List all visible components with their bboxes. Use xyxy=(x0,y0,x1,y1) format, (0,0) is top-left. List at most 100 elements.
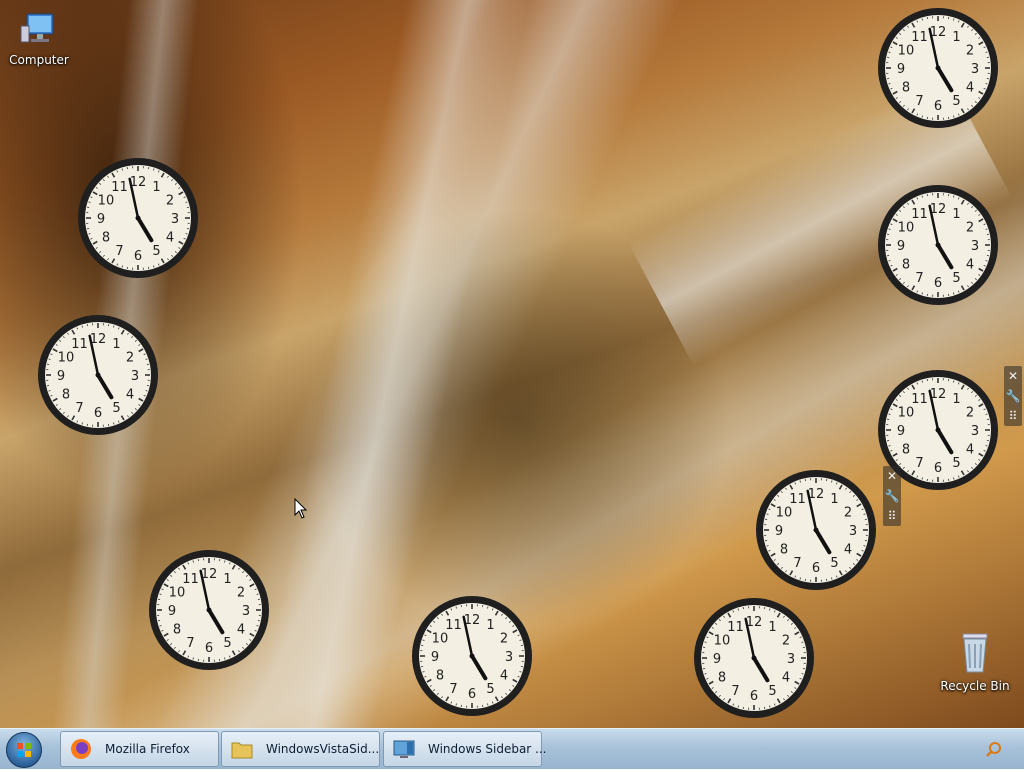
clock-numeral: 1 xyxy=(768,620,776,635)
clock-numeral: 3 xyxy=(242,604,250,619)
taskbar-button-sidebar[interactable]: Windows Sidebar ... xyxy=(383,731,542,767)
clock-numeral: 11 xyxy=(727,620,744,635)
options-icon[interactable]: 🔧 xyxy=(883,486,901,506)
clock-numeral: 3 xyxy=(787,652,795,667)
drag-handle-icon[interactable]: ⠿ xyxy=(1004,406,1022,426)
clock-numeral: 3 xyxy=(971,239,979,254)
start-button[interactable] xyxy=(6,732,42,768)
clock-numeral: 4 xyxy=(966,258,974,273)
clock-numeral: 10 xyxy=(432,632,449,647)
clock-numeral: 6 xyxy=(934,276,942,291)
desktop-icon-label: Recycle Bin xyxy=(940,679,1010,693)
clock-numeral: 7 xyxy=(115,244,123,259)
clock-numeral: 3 xyxy=(171,212,179,227)
clock-numeral: 2 xyxy=(782,634,790,649)
clock-center-pin xyxy=(96,373,101,378)
taskbar-button-folder[interactable]: WindowsVistaSid... xyxy=(221,731,380,767)
recycle-bin-icon xyxy=(955,630,995,674)
computer-icon xyxy=(19,8,59,48)
clock-numeral: 6 xyxy=(934,99,942,114)
clock-numeral: 4 xyxy=(966,443,974,458)
clock-numeral: 10 xyxy=(98,194,115,209)
clock-gadget[interactable]: 121234567891011 xyxy=(36,313,160,437)
clock-gadget[interactable]: 121234567891011 xyxy=(76,156,200,280)
clock-numeral: 5 xyxy=(830,556,838,571)
clock-numeral: 9 xyxy=(57,369,65,384)
clock-numeral: 2 xyxy=(237,586,245,601)
clock-numeral: 3 xyxy=(849,524,857,539)
clock-numeral: 2 xyxy=(966,44,974,59)
clock-center-pin xyxy=(136,216,141,221)
clock-numeral: 8 xyxy=(902,81,910,96)
clock-numeral: 10 xyxy=(169,586,186,601)
search-icon[interactable] xyxy=(986,741,1002,757)
clock-numeral: 9 xyxy=(897,62,905,77)
clock-numeral: 5 xyxy=(152,244,160,259)
clock-numeral: 11 xyxy=(71,337,88,352)
clock-numeral: 8 xyxy=(718,671,726,686)
clock-numeral: 6 xyxy=(205,641,213,656)
clock-numeral: 11 xyxy=(445,618,462,633)
desktop-icon-recycle-bin[interactable]: Recycle Bin xyxy=(940,630,1010,693)
drag-handle-icon[interactable]: ⠿ xyxy=(883,506,901,526)
clock-numeral: 8 xyxy=(173,623,181,638)
clock-numeral: 2 xyxy=(500,632,508,647)
clock-numeral: 7 xyxy=(449,682,457,697)
clock-center-pin xyxy=(936,243,941,248)
clock-numeral: 5 xyxy=(952,456,960,471)
clock-face: 121234567891011 xyxy=(876,6,1000,130)
clock-face: 121234567891011 xyxy=(876,183,1000,307)
clock-numeral: 10 xyxy=(58,351,75,366)
clock-gadget[interactable]: 121234567891011 xyxy=(876,6,1000,130)
clock-face: 121234567891011 xyxy=(36,313,160,437)
clock-numeral: 3 xyxy=(131,369,139,384)
clock-numeral: 2 xyxy=(844,506,852,521)
clock-center-pin xyxy=(936,66,941,71)
clock-numeral: 4 xyxy=(166,231,174,246)
clock-center-pin xyxy=(936,428,941,433)
close-button[interactable]: ✕ xyxy=(883,466,901,486)
clock-numeral: 9 xyxy=(775,524,783,539)
clock-numeral: 10 xyxy=(714,634,731,649)
clock-numeral: 4 xyxy=(844,543,852,558)
clock-gadget[interactable]: 121234567891011 xyxy=(692,596,816,720)
clock-numeral: 8 xyxy=(902,443,910,458)
clock-numeral: 8 xyxy=(102,231,110,246)
firefox-icon xyxy=(69,738,93,760)
clock-numeral: 5 xyxy=(223,636,231,651)
clock-numeral: 1 xyxy=(112,337,120,352)
clock-center-pin xyxy=(752,656,757,661)
clock-numeral: 4 xyxy=(500,669,508,684)
desktop-icon-computer[interactable]: Computer xyxy=(4,8,74,67)
clock-numeral: 7 xyxy=(915,271,923,286)
clock-numeral: 11 xyxy=(911,392,928,407)
clock-numeral: 10 xyxy=(898,406,915,421)
clock-gadget[interactable]: 121234567891011 xyxy=(876,183,1000,307)
options-icon[interactable]: 🔧 xyxy=(1004,386,1022,406)
clock-numeral: 8 xyxy=(62,388,70,403)
gadget-controls: ✕ 🔧 ⠿ xyxy=(1004,366,1022,426)
clock-gadget[interactable]: 121234567891011 xyxy=(754,468,878,592)
clock-numeral: 9 xyxy=(897,424,905,439)
clock-numeral: 8 xyxy=(436,669,444,684)
clock-numeral: 11 xyxy=(182,572,199,587)
clock-numeral: 9 xyxy=(431,650,439,665)
clock-numeral: 1 xyxy=(152,180,160,195)
sidebar-app-icon xyxy=(392,738,416,760)
clock-numeral: 6 xyxy=(750,689,758,704)
clock-numeral: 9 xyxy=(168,604,176,619)
clock-gadget[interactable]: 121234567891011 xyxy=(147,548,271,672)
clock-numeral: 7 xyxy=(731,684,739,699)
clock-numeral: 5 xyxy=(486,682,494,697)
clock-face: 121234567891011 xyxy=(76,156,200,280)
taskbar-button-label: Windows Sidebar ... xyxy=(428,742,547,756)
clock-face: 121234567891011 xyxy=(410,594,534,718)
clock-numeral: 1 xyxy=(952,30,960,45)
clock-gadget[interactable]: 121234567891011 xyxy=(410,594,534,718)
clock-numeral: 4 xyxy=(126,388,134,403)
clock-numeral: 8 xyxy=(902,258,910,273)
mouse-cursor-icon xyxy=(294,498,308,520)
clock-numeral: 1 xyxy=(223,572,231,587)
taskbar-button-firefox[interactable]: Mozilla Firefox xyxy=(60,731,219,767)
close-button[interactable]: ✕ xyxy=(1004,366,1022,386)
